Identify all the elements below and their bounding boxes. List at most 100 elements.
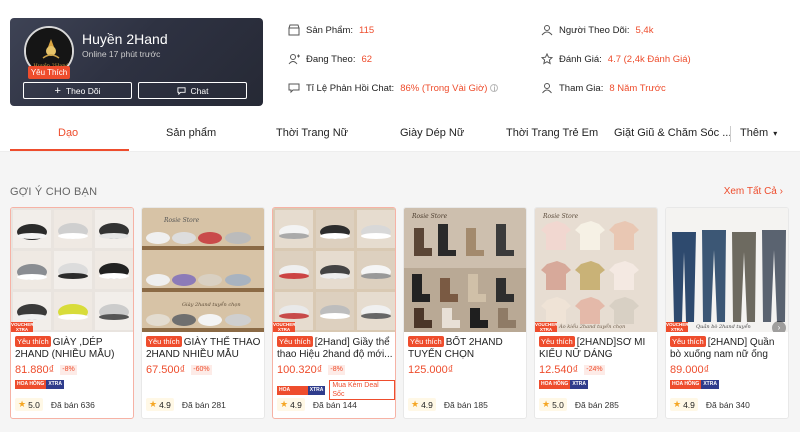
rating-value: 4.7 (2,4k Đánh Giá) <box>607 53 691 65</box>
deal-tag: Mua Kèm Deal Sốc <box>329 380 395 400</box>
chevron-right-icon: › <box>777 323 781 332</box>
product-card[interactable]: VOUCHER XTRA Yêu thích GIÀY ,DÉP 2HAND (N… <box>10 207 134 419</box>
product-price: 67.500₫ <box>146 364 186 376</box>
product-title: Yêu thích[2HAND]SƠ MI KIỂU NỮ DÁNG NGẮN,… <box>539 336 646 360</box>
product-title: Yêu thích BỐT 2HAND TUYỂN CHỌN <box>408 336 503 360</box>
followers-icon <box>541 25 553 36</box>
voucher-xtra-badge: VOUCHER XTRA <box>273 322 296 332</box>
tab-dao[interactable]: Dạo <box>58 127 78 139</box>
product-card[interactable]: VOUCHER XTRA Yêu thích [2Hand] Giầy thể t… <box>272 207 396 419</box>
rating-badge: ★ 4.9 <box>408 398 436 411</box>
sold-count: Đã bán 285 <box>574 399 619 410</box>
next-arrow-button[interactable]: › <box>772 321 786 332</box>
star-icon: ★ <box>542 399 551 409</box>
product-title: Yêu thích GIÀY THỂ THAO 2HAND NHIỀU MẪU <box>146 336 261 360</box>
svg-text:Rosie Store: Rosie Store <box>163 217 200 224</box>
active-tab-indicator <box>10 149 129 151</box>
joined-value: 8 Năm Trước <box>609 82 666 94</box>
favorite-tag: Yêu thích <box>408 336 444 347</box>
response-rate: 86% (Trong Vài Giờ) <box>400 82 488 94</box>
product-grid: VOUCHER XTRA Yêu thích GIÀY ,DÉP 2HAND (N… <box>10 207 800 432</box>
rating-badge: ★ 4.9 <box>670 398 698 411</box>
see-all-link[interactable]: Xem Tất Cả › <box>724 186 783 197</box>
hoa-hong-xtra-tag: HOA HỒNGXTRA <box>670 380 719 389</box>
hoa-hong-xtra-tag: HOA HỒNGXTRA <box>277 385 326 402</box>
chat-icon <box>176 87 186 95</box>
discount-badge: -24% <box>584 365 605 375</box>
sold-count: Đã bán 185 <box>443 399 488 410</box>
product-image[interactable]: VOUCHER XTRA <box>273 208 395 332</box>
sold-count: Đã bán 144 <box>312 399 357 410</box>
product-image[interactable]: Quần bò 2hand tuyển VOUCHER XTRA › <box>666 208 788 332</box>
product-price: 12.540₫ <box>539 364 579 376</box>
favorite-tag: Yêu thích <box>539 336 575 347</box>
star-icon <box>541 53 553 65</box>
store-icon <box>288 24 300 36</box>
sold-count: Đã bán 281 <box>181 399 226 410</box>
svg-text:Áo kiểu 2hand tuyển chọn: Áo kiểu 2hand tuyển chọn <box>558 323 625 330</box>
hoa-hong-xtra-tag: HOA HỒNGXTRA <box>15 380 64 389</box>
sold-count: Đã bán 340 <box>705 399 750 410</box>
user-plus-icon <box>288 54 300 65</box>
svg-text:Rosie Store: Rosie Store <box>542 213 579 220</box>
product-image[interactable]: Rosie Store Giày 2hand tuyển chọn <box>142 208 264 332</box>
product-title: Yêu thích [2HAND] Quần bò xuống nam nữ ốn… <box>670 336 775 360</box>
products-count: 115 <box>359 24 375 36</box>
voucher-xtra-badge: VOUCHER XTRA <box>666 322 689 332</box>
stat-joined: Tham Gia: 8 Năm Trước <box>541 82 666 94</box>
hoa-hong-xtra-tag: HOA HỒNGXTRA <box>539 380 588 389</box>
favorite-tag: Yêu thích <box>15 336 51 347</box>
follow-button[interactable]: + Theo Dõi <box>23 82 132 99</box>
star-icon: ★ <box>149 399 158 409</box>
product-price: 89.000₫ <box>670 364 710 376</box>
product-price: 81.880₫ <box>15 364 55 376</box>
voucher-xtra-badge: VOUCHER XTRA <box>11 322 34 332</box>
shop-tabs: Dạo Sản phẩm Thời Trang Nữ Giày Dép Nữ T… <box>0 118 800 152</box>
tab-more[interactable]: Thêm ▾ <box>740 127 777 139</box>
shop-online-status: Online 17 phút trước <box>82 49 161 59</box>
user-icon <box>542 83 552 94</box>
sold-count: Đã bán 636 <box>50 399 95 410</box>
product-image[interactable]: Rosie Store <box>404 208 526 332</box>
discount-badge: -8% <box>328 365 345 375</box>
followers-count: 5,4k <box>635 24 654 36</box>
discount-badge: -60% <box>191 365 212 375</box>
star-icon: ★ <box>280 399 289 409</box>
tab-giat-giu[interactable]: Giặt Giũ & Chăm Sóc ... <box>614 127 731 139</box>
stat-followers: Người Theo Dõi: 5,4k <box>541 24 653 36</box>
chat-button[interactable]: Chat <box>138 82 247 99</box>
product-price: 125.000₫ <box>408 364 454 376</box>
product-card[interactable]: Rosie Store Giày 2hand tuyển chọn Yêu th… <box>141 207 265 419</box>
tab-thoi-trang-tre-em[interactable]: Thời Trang Trẻ Em <box>506 127 598 139</box>
svg-text:Rosie Store: Rosie Store <box>411 213 448 220</box>
product-price: 100.320₫ <box>277 364 323 376</box>
plus-icon: + <box>54 84 61 97</box>
shop-card: Huyền 2Hand Yêu Thích Huyền 2Hand Online… <box>10 18 263 106</box>
stat-rating: Đánh Giá: 4.7 (2,4k Đánh Giá) <box>541 53 691 65</box>
chevron-right-icon: › <box>779 186 783 197</box>
product-card[interactable]: Rosie Store Yêu thích BỐT 2HAND TUYỂN CHỌ… <box>403 207 527 419</box>
follow-label: Theo Dõi <box>65 85 101 96</box>
favorite-tag: Yêu thích <box>146 336 182 347</box>
tab-giay-dep-nu[interactable]: Giày Dép Nữ <box>400 127 464 139</box>
product-image[interactable]: VOUCHER XTRA <box>11 208 133 332</box>
star-icon: ★ <box>18 399 27 409</box>
section-title: GỢI Ý CHO BẠN <box>10 186 98 198</box>
product-title: Yêu thích [2Hand] Giầy thể thao Hiệu 2han… <box>277 336 393 360</box>
chevron-down-icon: ▾ <box>773 129 778 138</box>
product-title: Yêu thích GIÀY ,DÉP 2HAND (NHIỀU MẪU) <box>15 336 115 360</box>
info-icon[interactable]: i <box>490 84 499 93</box>
tab-divider <box>730 126 731 142</box>
voucher-xtra-badge: VOUCHER XTRA <box>535 322 558 332</box>
product-image[interactable]: Rosie Store Áo kiểu 2hand tuyển chọn VOU… <box>535 208 657 332</box>
stat-response-rate: Tỉ Lệ Phản Hồi Chat: 86% (Trong Vài Giờ) … <box>288 82 499 94</box>
discount-badge: -8% <box>60 365 77 375</box>
svg-text:Giày 2hand tuyển chọn: Giày 2hand tuyển chọn <box>182 301 241 308</box>
tab-thoi-trang-nu[interactable]: Thời Trang Nữ <box>276 127 348 139</box>
tab-san-pham[interactable]: Sản phẩm <box>166 127 216 139</box>
product-card[interactable]: Quần bò 2hand tuyển VOUCHER XTRA › Yêu t… <box>665 207 789 419</box>
product-card[interactable]: Rosie Store Áo kiểu 2hand tuyển chọn VOU… <box>534 207 658 419</box>
star-icon: ★ <box>673 399 682 409</box>
rating-badge: ★ 5.0 <box>15 398 43 411</box>
svg-text:Quần bò 2hand tuyển: Quần bò 2hand tuyển <box>696 322 751 330</box>
